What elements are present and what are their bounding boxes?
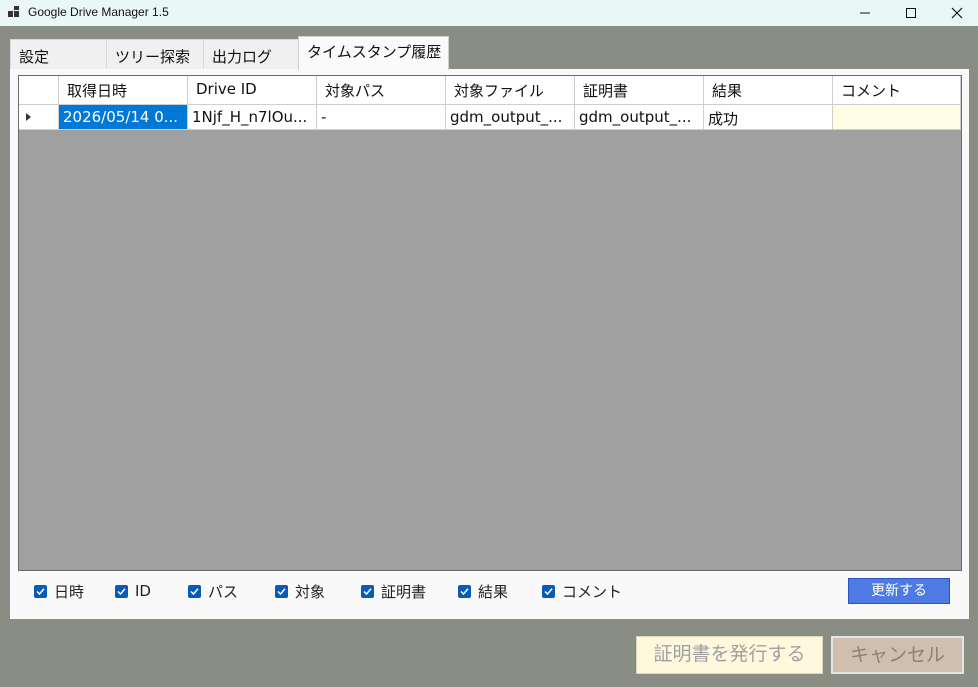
cell-result[interactable]: 成功 xyxy=(704,105,833,130)
issue-certificate-button[interactable]: 証明書を発行する xyxy=(636,636,823,674)
checkbox-target[interactable]: 対象 xyxy=(275,579,325,603)
checkbox-certificate[interactable]: 証明書 xyxy=(361,579,426,603)
checkbox-checked-icon xyxy=(458,584,471,598)
close-icon xyxy=(951,7,963,19)
tab-output-log[interactable]: 出力ログ xyxy=(203,39,299,69)
grid-header: 取得日時 Drive ID 対象パス 対象ファイル 証明書 結果 コメント xyxy=(19,76,961,105)
maximize-icon xyxy=(906,8,916,18)
row-header[interactable] xyxy=(19,105,59,130)
checkbox-checked-icon xyxy=(361,584,374,598)
column-header-file[interactable]: 対象ファイル xyxy=(446,76,575,105)
table-row[interactable]: 2026/05/14 0... 1Njf_H_n7lOu... - gdm_ou… xyxy=(19,105,961,130)
tab-tree-explore[interactable]: ツリー探索 xyxy=(106,39,204,69)
app-grid-icon xyxy=(8,6,20,18)
checkbox-checked-icon xyxy=(542,584,555,598)
column-header-path[interactable]: 対象パス xyxy=(317,76,446,105)
cell-file[interactable]: gdm_output_... xyxy=(446,105,575,130)
minimize-icon xyxy=(860,12,870,14)
window-title: Google Drive Manager 1.5 xyxy=(28,5,169,19)
checkbox-label: 結果 xyxy=(478,582,509,601)
tab-panel: 取得日時 Drive ID 対象パス 対象ファイル 証明書 結果 コメント 20… xyxy=(10,69,969,619)
checkbox-checked-icon xyxy=(115,584,128,598)
cell-comment[interactable] xyxy=(833,105,961,130)
column-header-comment[interactable]: コメント xyxy=(833,76,961,105)
cell-certificate[interactable]: gdm_output_... xyxy=(575,105,704,130)
tab-settings[interactable]: 設定 xyxy=(10,39,107,69)
checkbox-label: 対象 xyxy=(295,582,326,601)
history-grid[interactable]: 取得日時 Drive ID 対象パス 対象ファイル 証明書 結果 コメント 20… xyxy=(18,75,962,571)
checkbox-result[interactable]: 結果 xyxy=(458,579,508,603)
column-header-date[interactable]: 取得日時 xyxy=(59,76,188,105)
title-bar: Google Drive Manager 1.5 xyxy=(0,0,978,26)
checkbox-id[interactable]: ID xyxy=(115,579,151,603)
cell-date[interactable]: 2026/05/14 0... xyxy=(59,105,188,130)
column-header-result[interactable]: 結果 xyxy=(704,76,833,105)
checkbox-comment[interactable]: コメント xyxy=(542,579,622,603)
checkbox-checked-icon xyxy=(188,584,201,598)
checkbox-label: 証明書 xyxy=(381,582,427,601)
column-filter-checkboxes: 日時 ID パス 対象 証明書 結果 コメント xyxy=(10,579,969,605)
checkbox-label: 日時 xyxy=(54,582,85,601)
minimize-button[interactable] xyxy=(842,0,888,26)
cancel-button[interactable]: キャンセル xyxy=(831,636,964,674)
checkbox-label: ID xyxy=(135,582,151,600)
checkbox-label: パス xyxy=(208,582,239,601)
current-row-arrow-icon xyxy=(26,113,31,121)
column-header-certificate[interactable]: 証明書 xyxy=(575,76,704,105)
cell-path[interactable]: - xyxy=(317,105,446,130)
checkbox-label: コメント xyxy=(562,582,623,601)
tab-timestamp-history[interactable]: タイムスタンプ履歴 xyxy=(298,36,449,70)
maximize-button[interactable] xyxy=(888,0,934,26)
column-header-drive-id[interactable]: Drive ID xyxy=(188,76,317,105)
checkbox-path[interactable]: パス xyxy=(188,579,238,603)
checkbox-checked-icon xyxy=(34,584,47,598)
refresh-button[interactable]: 更新する xyxy=(848,578,950,604)
close-button[interactable] xyxy=(934,0,978,26)
checkbox-checked-icon xyxy=(275,584,288,598)
checkbox-date[interactable]: 日時 xyxy=(34,579,84,603)
grid-corner-header xyxy=(19,76,59,105)
cell-drive-id[interactable]: 1Njf_H_n7lOu... xyxy=(188,105,317,130)
